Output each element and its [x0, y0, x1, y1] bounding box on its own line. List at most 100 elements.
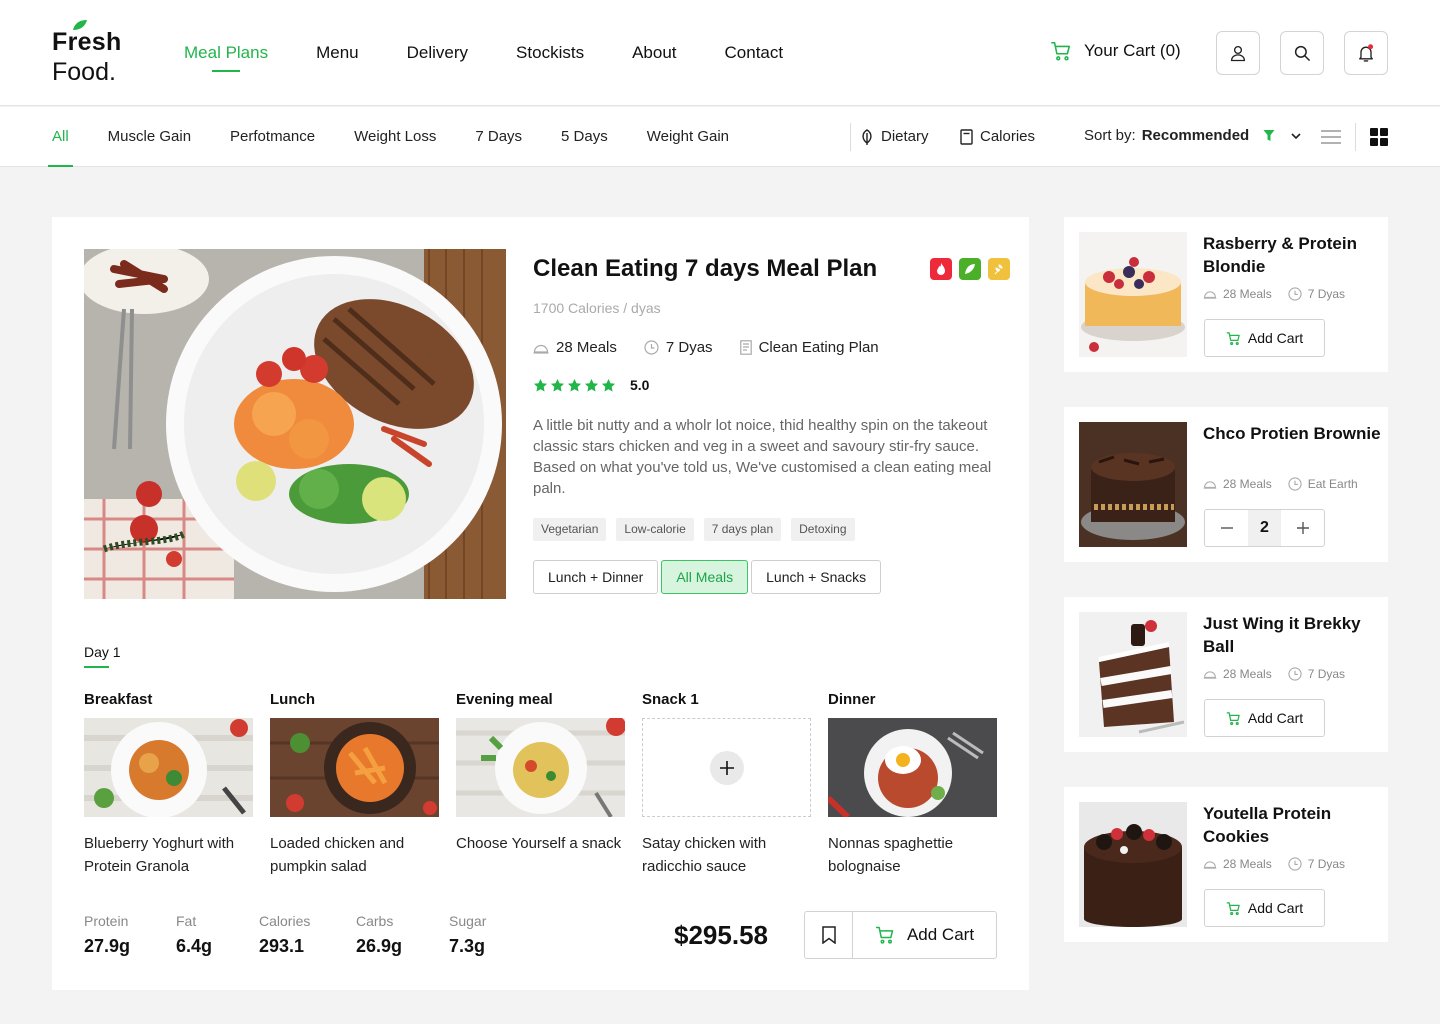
notifications-button[interactable] — [1344, 31, 1388, 75]
decrement-button[interactable] — [1205, 510, 1248, 546]
cloche-icon — [1203, 481, 1217, 489]
rating-value: 5.0 — [630, 377, 650, 393]
flame-icon — [937, 263, 945, 275]
meal-option-selector: Lunch + Dinner All Meals Lunch + Snacks — [533, 560, 882, 594]
tab-5-days[interactable]: 5 Days — [561, 107, 608, 167]
product-time-text: 7 Dyas — [1307, 857, 1346, 871]
nutrition-label: Fat — [176, 913, 197, 929]
tab-all[interactable]: All — [48, 107, 73, 167]
plus-icon — [1296, 522, 1309, 534]
nav-contact[interactable]: Contact — [725, 42, 784, 64]
meal-lunch[interactable]: Lunch Loaded chicken and pumpkin salad — [270, 691, 439, 878]
option-all-meals[interactable]: All Meals — [661, 560, 749, 594]
meal-evening[interactable]: Evening meal Choose Yourself a snack — [456, 691, 625, 855]
cart-link[interactable]: Your Cart (0) — [1050, 40, 1181, 62]
product-meals-text: 28 Meals — [1223, 287, 1272, 301]
tag-vegetarian[interactable]: Vegetarian — [533, 518, 607, 541]
option-lunch-dinner[interactable]: Lunch + Dinner — [533, 560, 659, 594]
cloche-icon — [1203, 291, 1217, 299]
meal-image — [828, 718, 997, 817]
bookmark-button[interactable] — [805, 912, 853, 958]
sort-dropdown[interactable]: Sort by: Recommended — [1084, 127, 1303, 144]
brand-logo[interactable]: Fresh Food. — [52, 20, 142, 86]
product-card[interactable]: Youtella Protein Cookies 28 Meals 7 Dyas… — [1064, 787, 1388, 942]
product-image — [1079, 232, 1187, 357]
meal-name: Nonnas spaghettie bolognaise — [828, 835, 954, 875]
add-cart-label: Add Cart — [1247, 330, 1304, 346]
calories-filter[interactable]: Calories — [960, 127, 1035, 147]
tab-performance[interactable]: Perfotmance — [230, 107, 315, 167]
product-card[interactable]: Chco Protien Brownie 28 Meals Eat Earth … — [1064, 407, 1388, 562]
day-tab-underline — [84, 666, 109, 668]
bookmark-icon — [821, 926, 836, 944]
meal-snack[interactable]: Snack 1 Satay chicken with radicchio sau… — [642, 691, 811, 878]
add-cart-button[interactable]: Add Cart — [1204, 889, 1325, 927]
top-header: Fresh Food. Meal Plans Menu Delivery Sto… — [0, 0, 1440, 106]
increment-button[interactable] — [1281, 510, 1324, 546]
product-meals: 28 Meals — [1203, 667, 1272, 681]
nav-stockists[interactable]: Stockists — [516, 42, 584, 64]
product-meals: 28 Meals — [1203, 287, 1272, 301]
plan-type-text: Clean Eating Plan — [758, 339, 879, 356]
product-image — [1079, 422, 1187, 547]
add-cart-button[interactable]: Add Cart — [853, 912, 996, 958]
calculator-icon — [960, 129, 973, 145]
product-image — [1079, 612, 1187, 737]
meal-type: Lunch — [270, 691, 315, 708]
star-icon — [601, 378, 616, 391]
add-snack-slot[interactable] — [642, 718, 811, 817]
nav-meal-plans[interactable]: Meal Plans — [184, 42, 268, 72]
product-meta: 28 Meals 7 Dyas — [1203, 667, 1345, 681]
product-time-text: 7 Dyas — [1307, 287, 1346, 301]
nav-delivery[interactable]: Delivery — [407, 42, 468, 64]
tab-7-days[interactable]: 7 Days — [475, 107, 522, 167]
nutrition-calories: Calories 293.1 — [259, 912, 310, 958]
rating-stars — [533, 378, 616, 393]
quantity-value[interactable]: 2 — [1248, 510, 1281, 546]
meal-breakfast[interactable]: Breakfast Blueberry Yoghurt with Protein… — [84, 691, 253, 878]
add-cart-button[interactable]: Add Cart — [1204, 319, 1325, 357]
tab-muscle-gain[interactable]: Muscle Gain — [108, 107, 191, 167]
sort-value: Recommended — [1141, 127, 1250, 144]
dietary-filter[interactable]: Dietary — [860, 127, 929, 147]
tag-low-calorie[interactable]: Low-calorie — [616, 518, 694, 541]
tab-weight-gain[interactable]: Weight Gain — [647, 107, 729, 167]
day-tab[interactable]: Day 1 — [84, 644, 121, 660]
nutrition-value: 26.9g — [356, 936, 403, 956]
product-card[interactable]: Just Wing it Brekky Ball 28 Meals 7 Dyas… — [1064, 597, 1388, 752]
meals-count-text: 28 Meals — [556, 339, 617, 356]
sort-prefix: Sort by: — [1084, 127, 1136, 144]
tag-detoxing[interactable]: Detoxing — [791, 518, 855, 541]
plan-type: Clean Eating Plan — [739, 339, 879, 356]
product-card[interactable]: Rasberry & Protein Blondie 28 Meals 7 Dy… — [1064, 217, 1388, 372]
cart-icon — [1051, 41, 1071, 61]
search-button[interactable] — [1280, 31, 1324, 75]
document-icon — [739, 340, 752, 355]
option-lunch-snacks[interactable]: Lunch + Snacks — [751, 560, 882, 594]
add-cart-button[interactable]: Add Cart — [1204, 699, 1325, 737]
grain-badge — [988, 258, 1010, 280]
account-button[interactable] — [1216, 31, 1260, 75]
tag-7-days-plan[interactable]: 7 days plan — [703, 518, 782, 541]
divider — [850, 123, 851, 151]
nav-about[interactable]: About — [632, 42, 676, 64]
product-time: 7 Dyas — [1288, 287, 1345, 301]
product-title: Just Wing it Brekky Ball — [1203, 614, 1361, 656]
diet-badges — [930, 258, 1010, 280]
nutrition-value: 6.4g — [176, 936, 213, 956]
list-view-icon[interactable] — [1320, 128, 1342, 146]
plan-meta: 28 Meals 7 Dyas Clean Eating Plan — [533, 339, 879, 356]
tab-weight-loss[interactable]: Weight Loss — [354, 107, 436, 167]
add-meal-button[interactable] — [709, 750, 744, 785]
nav-menu[interactable]: Menu — [316, 42, 359, 64]
product-title: Youtella Protein Cookies — [1203, 804, 1332, 846]
cart-label: Your Cart (0) — [1084, 41, 1181, 60]
grid-view-icon[interactable] — [1370, 128, 1388, 146]
spicy-badge — [930, 258, 952, 280]
quantity-stepper: 2 — [1204, 509, 1325, 547]
meal-dinner[interactable]: Dinner Nonnas spaghettie bolognaise — [828, 691, 997, 878]
nutrition-value: 27.9g — [84, 936, 131, 956]
calories-label: Calories — [980, 128, 1036, 145]
dietary-label: Dietary — [881, 128, 929, 145]
cart-icon — [1226, 901, 1240, 915]
